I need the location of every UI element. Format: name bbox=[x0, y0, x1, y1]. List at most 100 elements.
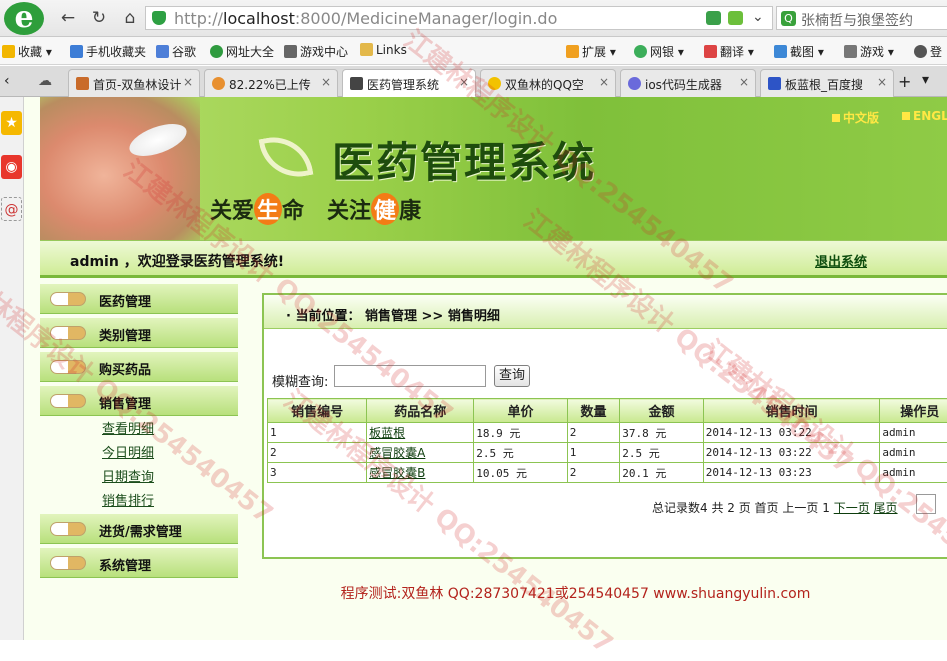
column-header-time[interactable]: 销售时间 bbox=[703, 399, 880, 423]
refresh-button[interactable]: ↻ bbox=[89, 8, 109, 28]
bookmark-sites[interactable]: 网址大全 bbox=[210, 43, 274, 60]
site-banner: 医药管理系统 关爱生命 关注健康 中文版 ENGL bbox=[40, 97, 947, 240]
weibo-icon[interactable]: ◉ bbox=[1, 155, 22, 179]
capsule-icon bbox=[50, 360, 86, 374]
submenu-date-query[interactable]: 日期查询 bbox=[102, 466, 154, 485]
pager-current: 1 bbox=[822, 501, 830, 515]
cell-name: 感冒胶囊B bbox=[367, 463, 474, 483]
site-title: 医药管理系统 bbox=[332, 129, 596, 190]
bookmark-google[interactable]: 谷歌 bbox=[156, 43, 196, 60]
menu-medicine-management[interactable]: 医药管理 bbox=[40, 284, 238, 314]
bookmark-links[interactable]: Links bbox=[360, 43, 407, 57]
medicine-link[interactable]: 板蓝根 bbox=[369, 426, 405, 440]
logout-link[interactable]: 退出系统 bbox=[815, 251, 867, 270]
breadcrumb: · 当前位置： 销售管理 >> 销售明细 bbox=[264, 295, 947, 329]
home-icon[interactable]: ⌂ bbox=[120, 8, 140, 28]
address-bar[interactable]: http://localhost:8000/MedicineManager/lo… bbox=[145, 6, 773, 30]
lang-chinese-link[interactable]: 中文版 bbox=[832, 109, 879, 126]
star-icon[interactable]: ★ bbox=[1, 111, 22, 135]
url-text: http://localhost:8000/MedicineManager/lo… bbox=[174, 9, 557, 28]
cell-operator: admin bbox=[880, 443, 947, 463]
leaf-icon[interactable] bbox=[728, 11, 743, 25]
tab-medicine-system[interactable]: 医药管理系统× bbox=[342, 69, 476, 98]
scroll-left-icon[interactable]: ‹ bbox=[4, 73, 10, 89]
welcome-bar: admin ，欢迎登录医药管理系统! 退出系统 bbox=[40, 240, 947, 278]
search-button[interactable]: 查询 bbox=[494, 365, 530, 387]
column-header-qty[interactable]: 数量 bbox=[567, 399, 620, 423]
menu-sales-management[interactable]: 销售管理 bbox=[40, 386, 238, 416]
submenu-today-details[interactable]: 今日明细 bbox=[102, 442, 154, 461]
tab-menu-icon[interactable]: ▾ bbox=[922, 72, 929, 88]
security-shield-icon bbox=[152, 11, 166, 25]
fuzzy-search-input[interactable] bbox=[334, 365, 486, 387]
menu-system-management[interactable]: 系统管理 bbox=[40, 548, 238, 578]
medicine-link[interactable]: 感冒胶囊A bbox=[369, 446, 425, 460]
back-button[interactable]: ← bbox=[58, 8, 78, 28]
cell-amount: 2.5 元 bbox=[620, 443, 703, 463]
bookmark-mobile[interactable]: 手机收藏夹 bbox=[70, 43, 146, 60]
share-icon[interactable] bbox=[706, 11, 721, 25]
column-header-price[interactable]: 单价 bbox=[474, 399, 567, 423]
menu-buy-medicine[interactable]: 购买药品 bbox=[40, 352, 238, 382]
new-tab-button[interactable]: + bbox=[898, 72, 911, 91]
browser-sidebar: ★ ◉ @ bbox=[0, 97, 24, 640]
capsule-icon bbox=[50, 394, 86, 408]
tab-ios-generator[interactable]: ios代码生成器× bbox=[620, 69, 756, 97]
pagination: 总记录数4 共 2 页 首页 上一页 1 下一页 尾页 bbox=[652, 499, 898, 516]
login-menu[interactable]: 登 bbox=[914, 43, 942, 60]
games-menu[interactable]: 游戏 ▾ bbox=[844, 43, 894, 60]
column-header-name[interactable]: 药品名称 bbox=[367, 399, 474, 423]
content-panel: · 当前位置： 销售管理 >> 销售明细 模糊查询: 查询 销售编号 药品名称 … bbox=[262, 293, 947, 559]
medicine-link[interactable]: 感冒胶囊B bbox=[369, 466, 425, 480]
tab-upload[interactable]: 82.22%已上传× bbox=[204, 69, 338, 97]
site-slogan: 关爱生命 关注健康 bbox=[210, 193, 421, 225]
extensions-menu[interactable]: 扩展 ▾ bbox=[566, 43, 616, 60]
tab-qq-space[interactable]: 双鱼林的QQ空× bbox=[480, 69, 616, 97]
web-page: 医药管理系统 关爱生命 关注健康 中文版 ENGL admin ，欢迎登录医药管… bbox=[24, 97, 947, 640]
cell-time: 2014-12-13 03:22 bbox=[703, 443, 880, 463]
cell-id: 2 bbox=[268, 443, 367, 463]
bank-menu[interactable]: 网银 ▾ bbox=[634, 43, 684, 60]
column-header-amount[interactable]: 金额 bbox=[620, 399, 703, 423]
cell-amount: 20.1 元 bbox=[620, 463, 703, 483]
menu-purchase-management[interactable]: 进货/需求管理 bbox=[40, 514, 238, 544]
pager-summary: 总记录数4 共 2 页 bbox=[652, 501, 751, 515]
tab-baidu-search[interactable]: 板蓝根_百度搜× bbox=[760, 69, 894, 97]
leaf-logo-icon bbox=[259, 131, 314, 183]
bookmark-games[interactable]: 游戏中心 bbox=[284, 43, 348, 60]
chevron-down-icon[interactable]: ⌄ bbox=[752, 9, 764, 25]
pager-next-link[interactable]: 下一页 bbox=[834, 501, 870, 515]
cell-qty: 1 bbox=[567, 443, 620, 463]
cell-id: 1 bbox=[268, 423, 367, 443]
bookmark-favorites[interactable]: 收藏 ▾ bbox=[2, 43, 52, 60]
cell-name: 板蓝根 bbox=[367, 423, 474, 443]
search-text: 张楠哲与狼堡签约 bbox=[801, 10, 913, 30]
table-row: 1 板蓝根 18.9 元 2 37.8 元 2014-12-13 03:22 a… bbox=[268, 423, 947, 443]
breadcrumb-text: · 当前位置： 销售管理 >> 销售明细 bbox=[286, 305, 500, 324]
submenu-sales-ranking[interactable]: 销售排行 bbox=[102, 490, 154, 509]
search-box[interactable]: Q 张楠哲与狼堡签约 bbox=[776, 6, 947, 30]
browser-logo-icon: e bbox=[4, 2, 44, 35]
cell-qty: 2 bbox=[567, 423, 620, 443]
cloud-icon[interactable]: ☁ bbox=[38, 73, 52, 89]
column-header-operator[interactable]: 操作员 bbox=[880, 399, 947, 423]
capsule-icon bbox=[50, 556, 86, 570]
pager-last-link[interactable]: 尾页 bbox=[874, 501, 898, 515]
cell-price: 18.9 元 bbox=[474, 423, 567, 443]
lang-english-link[interactable]: ENGL bbox=[902, 109, 947, 123]
hand-image bbox=[40, 97, 200, 240]
menu-category-management[interactable]: 类别管理 bbox=[40, 318, 238, 348]
table-header-row: 销售编号 药品名称 单价 数量 金额 销售时间 操作员 bbox=[268, 399, 947, 423]
cell-operator: admin bbox=[880, 423, 947, 443]
footer-text: 程序测试:双鱼林 QQ:287307421或254540457 www.shua… bbox=[24, 583, 947, 603]
translate-menu[interactable]: 翻译 ▾ bbox=[704, 43, 754, 60]
mail-icon[interactable]: @ bbox=[1, 197, 22, 221]
page-number-input[interactable] bbox=[916, 494, 936, 514]
tab-home[interactable]: 首页-双鱼林设计× bbox=[68, 69, 200, 97]
column-header-id[interactable]: 销售编号 bbox=[268, 399, 367, 423]
submenu-view-details[interactable]: 查看明细 bbox=[102, 418, 154, 437]
cell-operator: admin bbox=[880, 463, 947, 483]
pager-prev: 上一页 bbox=[782, 501, 818, 515]
capsule-icon bbox=[50, 522, 86, 536]
screenshot-menu[interactable]: 截图 ▾ bbox=[774, 43, 824, 60]
